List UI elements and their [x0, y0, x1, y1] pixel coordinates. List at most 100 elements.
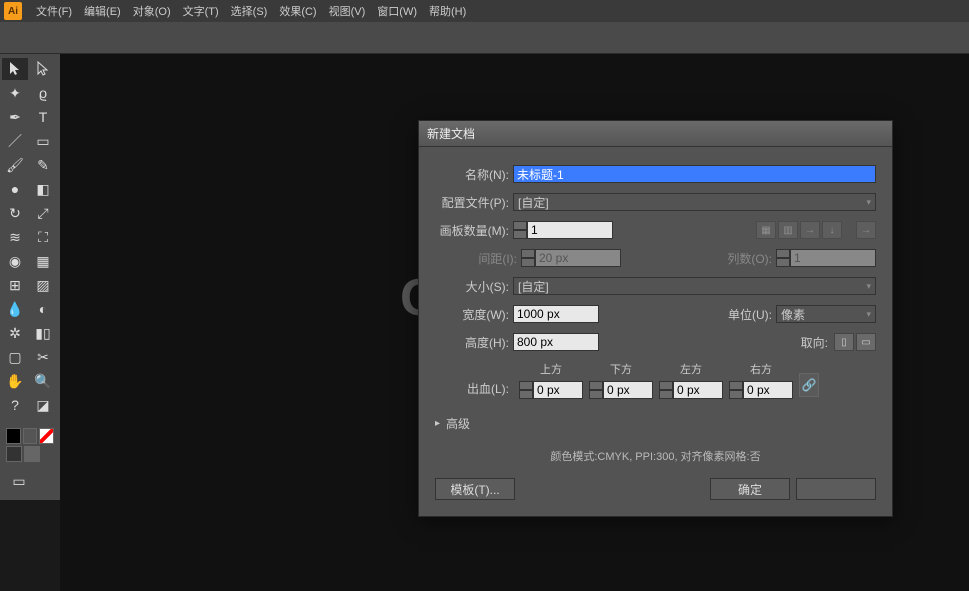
help-tool[interactable]: ?	[2, 394, 28, 416]
profile-label: 配置文件(P):	[435, 194, 513, 211]
bleed-bottom-input[interactable]	[603, 381, 653, 399]
bleed-left-label: 左方	[680, 361, 702, 377]
size-label: 大小(S):	[435, 278, 513, 295]
unit-dropdown[interactable]: 像素	[776, 305, 876, 323]
step-down-icon[interactable]	[729, 390, 743, 399]
step-down-icon[interactable]	[519, 390, 533, 399]
zoom-tool[interactable]: 🔍	[30, 370, 56, 392]
graph-tool[interactable]: ▮▯	[30, 322, 56, 344]
free-transform-tool[interactable]: ⛶	[30, 226, 56, 248]
profile-dropdown[interactable]: [自定]	[513, 193, 876, 211]
step-up-icon[interactable]	[589, 381, 603, 390]
grid-by-col-icon[interactable]: ▥	[778, 221, 798, 239]
bleed-right-label: 右方	[750, 361, 772, 377]
mesh-tool[interactable]: ⊞	[2, 274, 28, 296]
bleed-right-stepper[interactable]	[729, 381, 793, 399]
width-label: 宽度(W):	[435, 306, 513, 323]
step-down-icon[interactable]	[513, 230, 527, 239]
step-down-icon	[776, 258, 790, 267]
swatch-stroke[interactable]	[23, 428, 38, 444]
ok-button[interactable]: 确定	[710, 478, 790, 500]
step-up-icon[interactable]	[729, 381, 743, 390]
advanced-toggle[interactable]: 高级	[435, 415, 876, 432]
arrange-row-icon[interactable]: →	[800, 221, 820, 239]
gradient-tool[interactable]: ▨	[30, 274, 56, 296]
line-tool[interactable]: ／	[2, 130, 28, 152]
menu-view[interactable]: 视图(V)	[323, 3, 372, 19]
bleed-top-input[interactable]	[533, 381, 583, 399]
bleed-bottom-stepper[interactable]	[589, 381, 653, 399]
spacing-label: 间距(I):	[443, 250, 521, 267]
step-up-icon[interactable]	[513, 221, 527, 230]
artboards-input[interactable]	[527, 221, 613, 239]
screen-mode-tool[interactable]: ▭	[6, 470, 32, 492]
direct-select-tool[interactable]	[30, 58, 56, 80]
hand-tool[interactable]: ✋	[2, 370, 28, 392]
rect-tool[interactable]: ▭	[30, 130, 56, 152]
pen-tool[interactable]: ✒	[2, 106, 28, 128]
shape-builder-tool[interactable]: ◉	[2, 250, 28, 272]
unit-label: 单位(U):	[728, 306, 776, 323]
size-dropdown[interactable]: [自定]	[513, 277, 876, 295]
arrow-icon[interactable]: →	[856, 221, 876, 239]
dialog-title: 新建文档	[419, 121, 892, 147]
scale-tool[interactable]: ⤢	[30, 202, 56, 224]
menu-window[interactable]: 窗口(W)	[371, 3, 423, 19]
step-down-icon[interactable]	[659, 390, 673, 399]
arrange-col-icon[interactable]: ↓	[822, 221, 842, 239]
height-input[interactable]	[513, 333, 599, 351]
selection-tool[interactable]	[2, 58, 28, 80]
menu-file[interactable]: 文件(F)	[30, 3, 78, 19]
menu-object[interactable]: 对象(O)	[127, 3, 177, 19]
orient-label: 取向:	[801, 334, 832, 351]
perspective-tool[interactable]: ▦	[30, 250, 56, 272]
rotate-tool[interactable]: ↻	[2, 202, 28, 224]
menu-edit[interactable]: 编辑(E)	[78, 3, 127, 19]
link-bleed-icon[interactable]: 🔗	[799, 373, 819, 397]
blend-tool[interactable]: ◐	[30, 298, 56, 320]
template-button[interactable]: 模板(T)...	[435, 478, 515, 500]
swatch-normal[interactable]	[6, 446, 22, 462]
step-up-icon[interactable]	[659, 381, 673, 390]
step-up-icon	[776, 249, 790, 258]
symbol-sprayer-tool[interactable]: ✲	[2, 322, 28, 344]
swatch-fill[interactable]	[6, 428, 21, 444]
brush-tool[interactable]: 🖌	[2, 154, 28, 176]
bleed-top-stepper[interactable]	[519, 381, 583, 399]
spacing-stepper	[521, 249, 621, 267]
fill-stroke-swap[interactable]: ◪	[30, 394, 56, 416]
swatch-screen[interactable]	[24, 446, 40, 462]
eyedropper-tool[interactable]: 💧	[2, 298, 28, 320]
width-input[interactable]	[513, 305, 599, 323]
pencil-tool[interactable]: ✎	[30, 154, 56, 176]
orient-portrait-icon[interactable]: ▯	[834, 333, 854, 351]
cancel-button[interactable]	[796, 478, 876, 500]
menu-type[interactable]: 文字(T)	[177, 3, 225, 19]
magic-wand-tool[interactable]: ✦	[2, 82, 28, 104]
blob-brush-tool[interactable]: ●	[2, 178, 28, 200]
menu-select[interactable]: 选择(S)	[225, 3, 274, 19]
width-tool[interactable]: ≋	[2, 226, 28, 248]
grid-by-row-icon[interactable]: ▦	[756, 221, 776, 239]
artboards-stepper[interactable]	[513, 221, 613, 239]
color-swatches: ▭	[2, 424, 58, 496]
name-label: 名称(N):	[435, 166, 513, 183]
menubar: Ai 文件(F) 编辑(E) 对象(O) 文字(T) 选择(S) 效果(C) 视…	[0, 0, 969, 22]
step-down-icon[interactable]	[589, 390, 603, 399]
menu-help[interactable]: 帮助(H)	[423, 3, 472, 19]
slice-tool[interactable]: ✂	[30, 346, 56, 368]
name-input[interactable]	[513, 165, 876, 183]
lasso-tool[interactable]: ϱ	[30, 82, 56, 104]
orient-landscape-icon[interactable]: ▭	[856, 333, 876, 351]
bleed-right-input[interactable]	[743, 381, 793, 399]
cols-label: 列数(O):	[727, 250, 776, 267]
swatch-none[interactable]	[39, 428, 54, 444]
artboard-tool[interactable]: ▢	[2, 346, 28, 368]
eraser-tool[interactable]: ◧	[30, 178, 56, 200]
step-up-icon[interactable]	[519, 381, 533, 390]
type-tool[interactable]: T	[30, 106, 56, 128]
bleed-left-stepper[interactable]	[659, 381, 723, 399]
bleed-left-input[interactable]	[673, 381, 723, 399]
new-document-dialog: 新建文档 名称(N): 配置文件(P): [自定] 画板数量(M): ▦ ▥ →…	[418, 120, 893, 517]
menu-effect[interactable]: 效果(C)	[273, 3, 322, 19]
